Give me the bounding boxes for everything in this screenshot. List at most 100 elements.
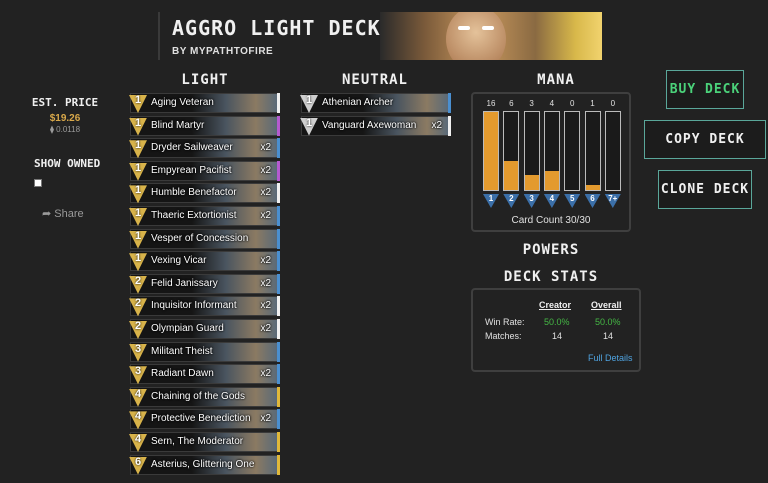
card-row[interactable]: 1 Blind Martyr: [129, 115, 280, 136]
rarity-stripe: [277, 273, 280, 294]
deck-header: AGGRO LIGHT DECK BY MYPATHTOFIRE: [158, 12, 610, 60]
mana-count: 3: [529, 99, 534, 108]
card-cost: 1: [305, 94, 313, 106]
hero-portrait-icon: [446, 12, 506, 60]
rarity-stripe: [277, 364, 280, 385]
rarity-stripe: [448, 93, 451, 113]
card-quantity: x2: [260, 164, 271, 176]
card-quantity: x2: [260, 187, 271, 199]
card-row[interactable]: 1 Thaeric Extortionist x2: [129, 206, 280, 226]
rarity-stripe: [277, 251, 280, 272]
rarity-stripe: [277, 454, 280, 475]
powers-heading: POWERS: [522, 242, 580, 258]
mana-bar: [503, 111, 520, 191]
creator-matches: 14: [552, 331, 563, 341]
card-name: Chaining of the Gods: [151, 390, 245, 402]
card-row[interactable]: 2 Olympian Guard x2: [129, 319, 280, 339]
mana-bar: [584, 111, 601, 191]
card-row[interactable]: 3 Militant Theist: [129, 341, 280, 362]
card-name: Radiant Dawn: [151, 368, 214, 380]
rarity-stripe: [277, 138, 280, 159]
mana-cost-label: 4: [549, 194, 555, 203]
rarity-stripe: [277, 160, 280, 181]
card-quantity: x2: [260, 210, 271, 221]
rarity-stripe: [277, 206, 280, 226]
deck-author: BY MYPATHTOFIRE: [172, 46, 274, 57]
mana-bar-fill: [524, 175, 539, 190]
card-name: Dryder Sailweaver: [151, 142, 233, 154]
card-row[interactable]: 1 Vexing Vicar x2: [129, 251, 280, 272]
mana-cost-label: 5: [569, 194, 575, 203]
card-cost: 1: [134, 229, 142, 242]
card-cost: 2: [134, 274, 142, 287]
card-name: Vexing Vicar: [151, 255, 207, 267]
card-name: Thaeric Extortionist: [151, 210, 237, 221]
card-row[interactable]: 4 Chaining of the Gods: [129, 386, 280, 407]
card-row[interactable]: 4 Sern, The Moderator: [129, 432, 280, 452]
card-row[interactable]: 1 Empyrean Pacifist x2: [129, 160, 280, 181]
mana-bar: [604, 111, 621, 191]
mana-cost-label: 1: [488, 194, 494, 203]
mana-cost-label: 3: [529, 194, 534, 203]
mana-bar: [543, 111, 560, 191]
matches-label: Matches:: [485, 331, 522, 341]
full-details-link[interactable]: Full Details: [588, 353, 633, 363]
card-name: Militant Theist: [151, 345, 213, 357]
price-usd: $19.26: [49, 113, 81, 124]
copy-deck-code-button[interactable]: COPY DECK CODE: [644, 120, 766, 184]
card-row[interactable]: 6 Asterius, Glittering One: [129, 454, 280, 475]
card-cost: 1: [134, 116, 142, 129]
share-button[interactable]: ➦ Share: [42, 207, 84, 220]
card-cost: 1: [134, 94, 142, 106]
share-label: Share: [54, 208, 84, 220]
card-cost: 2: [134, 297, 142, 310]
card-name: Inquisitor Informant: [151, 300, 237, 312]
card-cost: 1: [134, 207, 142, 219]
mana-bar: [483, 111, 499, 191]
card-row[interactable]: 2 Inquisitor Informant x2: [129, 296, 280, 317]
rarity-stripe: [277, 296, 280, 317]
card-row[interactable]: 4 Protective Benediction x2: [129, 409, 280, 430]
card-name: Empyrean Pacifist: [151, 164, 232, 176]
mana-cost-label: 6: [590, 194, 595, 203]
card-count: Card Count 30/30: [511, 215, 591, 226]
card-cost: 2: [134, 320, 142, 332]
card-name: Humble Benefactor: [151, 187, 237, 199]
clone-deck-button[interactable]: CLONE DECK: [658, 170, 752, 209]
card-name: Olympian Guard: [151, 323, 224, 334]
card-cost: 4: [134, 433, 142, 445]
mana-bar-fill: [484, 112, 498, 190]
card-row[interactable]: 2 Felid Janissary x2: [129, 273, 280, 294]
rarity-stripe: [277, 115, 280, 136]
mana-cost-label: 7+: [608, 194, 618, 203]
buy-deck-button[interactable]: BUY DECK: [666, 70, 744, 109]
neutral-column-heading: NEUTRAL: [341, 72, 408, 88]
mana-count: 0: [610, 99, 616, 108]
card-row[interactable]: 1 Aging Veteran: [129, 93, 280, 113]
card-cost: 1: [305, 116, 313, 129]
card-row[interactable]: 3 Radiant Dawn x2: [129, 364, 280, 385]
rarity-stripe: [277, 183, 280, 204]
card-quantity: x2: [260, 413, 271, 425]
rarity-stripe: [277, 386, 280, 407]
overall-matches: 14: [603, 331, 614, 341]
card-quantity: x2: [260, 277, 271, 289]
card-row[interactable]: 1 Dryder Sailweaver x2: [129, 138, 280, 159]
card-row[interactable]: 1 Vanguard Axewoman x2: [300, 115, 451, 136]
est-price-label: EST. PRICE: [31, 96, 99, 109]
mana-cost-label: 2: [509, 194, 514, 203]
card-row[interactable]: 1 Athenian Archer: [300, 93, 451, 113]
card-cost: 3: [134, 342, 142, 355]
card-row[interactable]: 1 Humble Benefactor x2: [129, 183, 280, 204]
show-owned-checkbox[interactable]: [34, 179, 42, 187]
card-name: Protective Benediction: [151, 413, 251, 425]
mana-bar: [523, 111, 540, 191]
card-art-image: [192, 116, 277, 135]
mana-count: 16: [486, 99, 496, 108]
card-name: Asterius, Glittering One: [151, 458, 255, 470]
card-row[interactable]: 1 Vesper of Concession: [129, 228, 280, 249]
mana-count: 0: [569, 99, 575, 108]
eye-icon: [458, 26, 470, 30]
mana-curve-chart: Card Count 30/30 16 1 6 2 3 3 4 4 0 5 1 6 0 7+: [471, 92, 631, 232]
card-name: Vesper of Concession: [151, 232, 249, 244]
